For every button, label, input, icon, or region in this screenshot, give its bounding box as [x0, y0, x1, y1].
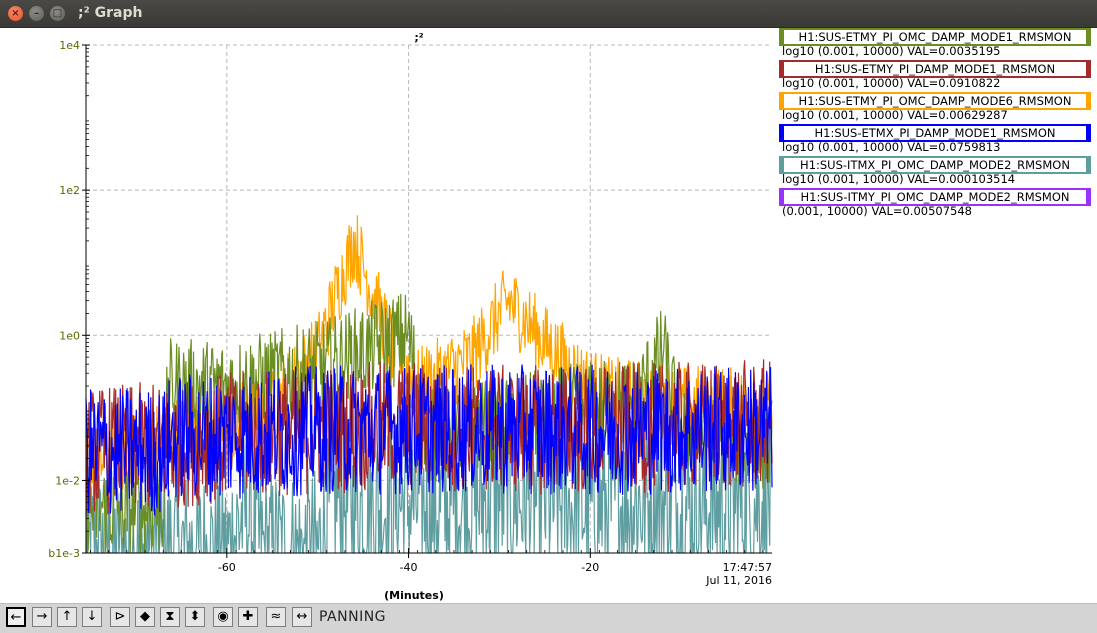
- mode-status: PANNING: [319, 609, 387, 625]
- x-tick-label: -40: [400, 561, 418, 574]
- y-tick-label: 1e-2: [55, 474, 80, 487]
- legend: H1:SUS-ETMY_PI_OMC_DAMP_MODE1_RMSMON log1…: [776, 28, 1097, 220]
- legend-item[interactable]: H1:SUS-ETMY_PI_DAMP_MODE1_RMSMON log10 (0…: [776, 60, 1097, 92]
- legend-series-value: log10 (0.001, 10000) VAL=0.0035195: [782, 44, 1001, 58]
- add-button[interactable]: ✚: [238, 607, 258, 627]
- y-tick-label: 1e2: [59, 184, 80, 197]
- legend-item[interactable]: H1:SUS-ETMY_PI_OMC_DAMP_MODE1_RMSMON log1…: [776, 28, 1097, 60]
- minimize-icon[interactable]: –: [29, 6, 44, 21]
- maximize-icon[interactable]: □: [50, 6, 65, 21]
- end-time-label: 17:47:57: [723, 561, 772, 574]
- zoom-y-out-button[interactable]: ⬍: [185, 607, 205, 627]
- x-tick-label: -20: [581, 561, 599, 574]
- zoom-x-out-button[interactable]: ◆: [135, 607, 155, 627]
- scroll-up-button[interactable]: ↑: [57, 607, 77, 627]
- window-title: ;² Graph: [78, 5, 143, 21]
- reset-button[interactable]: ◉: [213, 607, 233, 627]
- legend-item[interactable]: H1:SUS-ETMX_PI_DAMP_MODE1_RMSMON log10 (0…: [776, 124, 1097, 156]
- pan-mode-button[interactable]: ↔: [292, 607, 312, 627]
- legend-series-value: (0.001, 10000) VAL=0.00507548: [782, 204, 972, 218]
- legend-item[interactable]: H1:SUS-ITMY_PI_OMC_DAMP_MODE2_RMSMON (0.0…: [776, 188, 1097, 220]
- legend-item[interactable]: H1:SUS-ETMY_PI_OMC_DAMP_MODE6_RMSMON log1…: [776, 92, 1097, 124]
- x-tick-label: -60: [218, 561, 236, 574]
- close-icon[interactable]: ×: [8, 6, 23, 21]
- toolbar: PANNING ← → ↑ ↓ ⊳ ◆ ⧗ ⬍ ◉ ✚ ≈ ↔: [0, 603, 1097, 633]
- legend-item[interactable]: H1:SUS-ITMX_PI_OMC_DAMP_MODE2_RMSMON log1…: [776, 156, 1097, 188]
- legend-series-value: log10 (0.001, 10000) VAL=0.000103514: [782, 172, 1016, 186]
- chart-title: ;²: [414, 31, 423, 44]
- legend-series-value: log10 (0.001, 10000) VAL=0.0910822: [782, 76, 1001, 90]
- x-axis-label: (Minutes): [384, 589, 444, 602]
- zoom-x-in-button[interactable]: ⊳: [110, 607, 130, 627]
- chart-area[interactable]: 1e4 1e2 1e0 1e-2 b1e-3 -60 -40 -20 17:47:57Jul 1…: [0, 28, 776, 603]
- y-tick-label: 1e4: [59, 39, 80, 52]
- y-tick-label: b1e-3: [48, 547, 80, 560]
- zoom-y-in-button[interactable]: ⧗: [160, 607, 180, 627]
- scroll-down-button[interactable]: ↓: [82, 607, 102, 627]
- scroll-left-button[interactable]: ←: [6, 607, 26, 627]
- legend-series-value: log10 (0.001, 10000) VAL=0.0759813: [782, 140, 1001, 154]
- title-bar: × – □ ;² Graph: [0, 0, 1097, 28]
- end-date-label: Jul 11, 2016: [705, 574, 772, 587]
- autoscale-button[interactable]: ≈: [266, 607, 286, 627]
- y-tick-label: 1e0: [59, 329, 80, 342]
- scroll-right-button[interactable]: →: [32, 607, 52, 627]
- legend-series-value: log10 (0.001, 10000) VAL=0.00629287: [782, 108, 1008, 122]
